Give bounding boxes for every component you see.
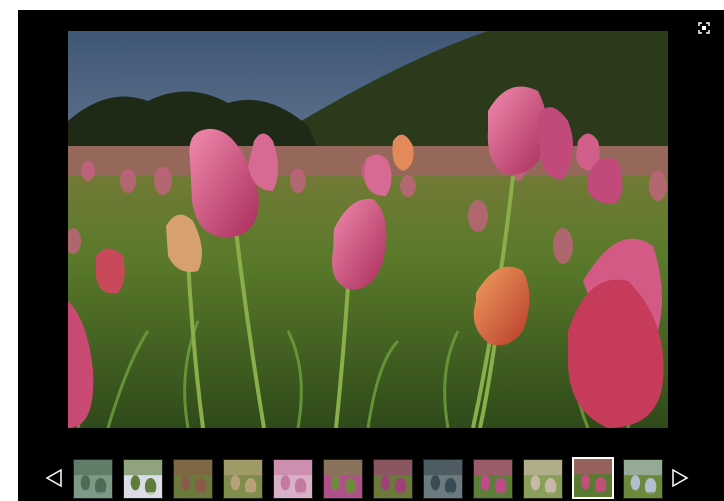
thumbnail-flower-rows[interactable] bbox=[173, 459, 213, 499]
thumbnail-field-with-statue[interactable] bbox=[623, 459, 663, 499]
thumbnail-tulips-magenta[interactable] bbox=[323, 459, 363, 499]
triangle-left-outline-icon bbox=[45, 468, 62, 488]
main-photo[interactable] bbox=[68, 31, 668, 428]
thumbnail-hillside-field[interactable] bbox=[523, 459, 563, 499]
fullscreen-icon[interactable] bbox=[698, 19, 710, 34]
thumbnail-strip bbox=[18, 454, 724, 501]
thumbnail-tulip-field-current[interactable] bbox=[572, 457, 614, 499]
thumbnail-pink-tulips-close[interactable] bbox=[473, 459, 513, 499]
thumbnail-tulips-pink[interactable] bbox=[273, 459, 313, 499]
thumbnail-purple-flowers[interactable] bbox=[373, 459, 413, 499]
thumbnail-person-in-field[interactable] bbox=[123, 459, 163, 499]
thumbnail-dark-leaves[interactable] bbox=[423, 459, 463, 499]
image-gallery bbox=[18, 10, 724, 501]
triangle-right-outline-icon bbox=[672, 468, 689, 488]
previous-image-button[interactable] bbox=[44, 468, 64, 488]
next-image-button[interactable] bbox=[670, 468, 690, 488]
tulip-field-photo bbox=[68, 31, 668, 428]
thumbnail-cabbage-rows[interactable] bbox=[73, 459, 113, 499]
thumbnail-tulips-pale[interactable] bbox=[223, 459, 263, 499]
